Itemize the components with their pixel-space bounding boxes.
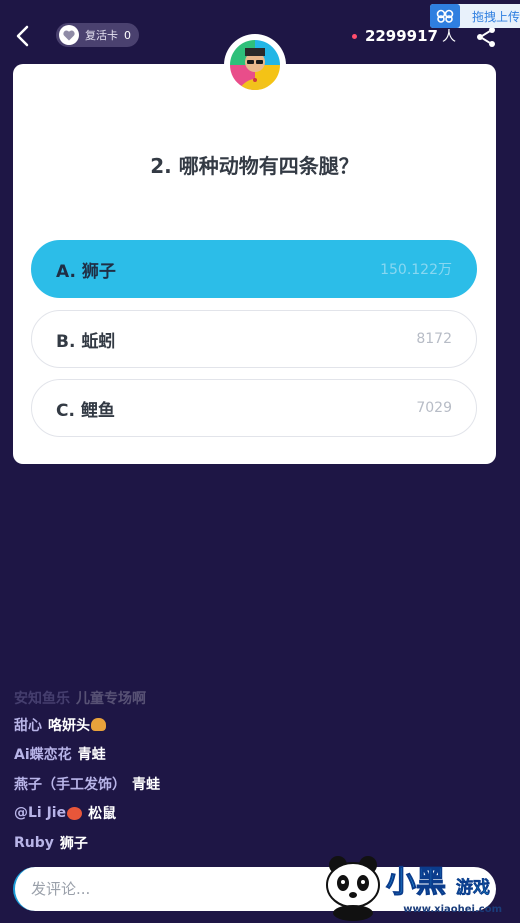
question-card: 2. 哪种动物有四条腿？ A. 狮子 150.122万 B. 蚯蚓 8172 C… bbox=[13, 64, 496, 464]
comment-user: 安知鱼乐 bbox=[14, 691, 70, 707]
online-counter: 2299917 人 bbox=[351, 26, 456, 46]
comment-item: 安知鱼乐 儿童专场啊 bbox=[14, 688, 374, 710]
comment-user: Ruby bbox=[14, 834, 54, 851]
option-label: C. 鲤鱼 bbox=[56, 400, 115, 421]
live-dot-icon bbox=[351, 33, 357, 39]
comment-list: 安知鱼乐 儿童专场啊 甜心 咯妍头 Ai蝶恋花 青蛙 燕子（手工发饰） 青蛙 @… bbox=[14, 688, 374, 858]
heart-icon bbox=[59, 25, 79, 45]
revive-card-label: 复活卡 bbox=[85, 29, 118, 42]
online-unit: 人 bbox=[442, 29, 456, 45]
watermark-brand: 小黑 bbox=[386, 865, 447, 901]
option-a[interactable]: A. 狮子 150.122万 bbox=[31, 240, 477, 298]
comment-text: 儿童专场啊 bbox=[76, 691, 146, 707]
comment-text: 狮子 bbox=[59, 835, 88, 852]
comment-text: 青蛙 bbox=[132, 776, 160, 793]
option-votes: 7029 bbox=[416, 400, 452, 416]
comment-user: @Li Jie bbox=[14, 805, 67, 822]
comment-user: 燕子（手工发饰） bbox=[14, 776, 126, 793]
watermark-url: www.xiaohei.com bbox=[403, 904, 502, 915]
option-c[interactable]: C. 鲤鱼 7029 bbox=[31, 379, 477, 437]
comment-item: @Li Jie 松鼠 bbox=[14, 799, 374, 829]
host-avatar bbox=[230, 40, 280, 90]
option-label: A. 狮子 bbox=[56, 261, 116, 282]
comment-item: Ai蝶恋花 青蛙 bbox=[14, 740, 374, 770]
comment-text: 松鼠 bbox=[88, 806, 117, 823]
comment-user: Ai蝶恋花 bbox=[14, 747, 72, 764]
option-b[interactable]: B. 蚯蚓 8172 bbox=[31, 310, 477, 368]
cloud-logo-icon bbox=[430, 4, 460, 28]
option-votes: 8172 bbox=[416, 331, 452, 347]
comment-item: 甜心 咯妍头 bbox=[14, 710, 374, 740]
upload-badge[interactable]: 拖拽上传 bbox=[430, 4, 520, 28]
revive-card-badge[interactable]: 复活卡 0 bbox=[56, 23, 139, 47]
watermark-sub: 游戏 bbox=[456, 878, 491, 899]
option-votes: 150.122万 bbox=[380, 262, 452, 278]
back-button[interactable] bbox=[10, 22, 34, 50]
comment-user: 甜心 bbox=[14, 717, 42, 734]
site-watermark: 小黑 游戏 www.xiaohei.com bbox=[318, 851, 518, 921]
host-avatar-frame bbox=[224, 34, 286, 96]
share-button[interactable] bbox=[474, 25, 498, 49]
option-label: B. 蚯蚓 bbox=[56, 331, 116, 352]
share-icon bbox=[477, 27, 495, 47]
chevron-left-icon bbox=[16, 25, 29, 47]
comment-item: 燕子（手工发饰） 青蛙 bbox=[14, 769, 374, 799]
online-count: 2299917 bbox=[364, 27, 438, 45]
comment-text: 咯妍头 bbox=[48, 717, 90, 734]
comment-text: 青蛙 bbox=[77, 747, 106, 764]
emoji-icon bbox=[91, 718, 106, 732]
revive-card-count: 0 bbox=[124, 28, 131, 42]
upload-badge-label: 拖拽上传 bbox=[471, 9, 520, 24]
flower-emoji-icon bbox=[67, 806, 83, 820]
panda-logo-icon bbox=[326, 856, 380, 921]
question-title: 2. 哪种动物有四条腿？ bbox=[150, 154, 359, 178]
